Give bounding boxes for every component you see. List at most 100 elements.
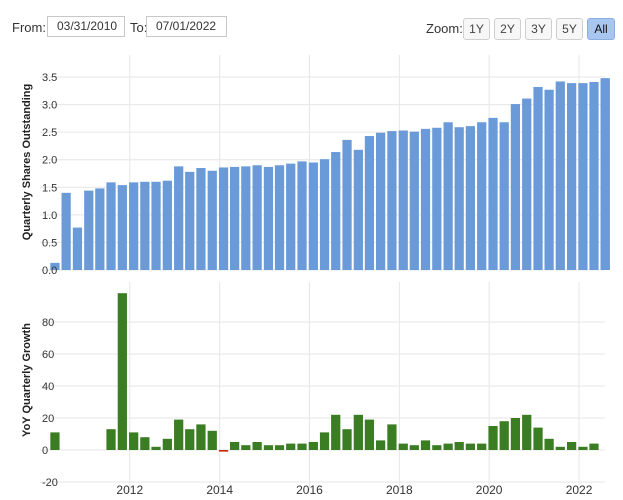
growth-y-tick-label: 40	[42, 381, 54, 393]
shares-bar	[117, 185, 127, 270]
growth-bar	[50, 432, 60, 450]
shares-y-tick-label: 2.5	[42, 127, 57, 139]
shares-bar	[499, 122, 509, 270]
growth-bar	[207, 430, 217, 450]
shares-bar	[409, 131, 419, 270]
x-tick-label: 2016	[296, 483, 323, 497]
shares-bar	[533, 86, 543, 270]
growth-bar	[555, 446, 565, 450]
shares-bar	[420, 128, 431, 270]
shares-bar	[61, 192, 71, 270]
shares-chart-area: 0.0 0.5 1.0 1.5 2.0 2.5 3.0 3.5 Quarterly Shares…	[21, 55, 610, 497]
growth-bar	[522, 414, 532, 450]
growth-bar	[331, 414, 341, 450]
growth-bar	[443, 443, 453, 450]
shares-bar	[342, 139, 352, 270]
growth-bar	[533, 427, 543, 450]
shares-y-axis-title: Quarterly Shares Outstanding	[21, 84, 33, 240]
growth-bar	[297, 443, 307, 450]
shares-bar	[600, 79, 610, 270]
shares-bar	[218, 167, 229, 270]
growth-bar	[488, 426, 498, 450]
growth-bar	[409, 445, 419, 450]
shares-bar	[308, 162, 318, 270]
growth-bar	[230, 442, 240, 450]
shares-bar	[174, 166, 184, 270]
shares-y-tick-label: 1.0	[42, 210, 57, 222]
growth-bar	[218, 450, 229, 452]
growth-bar	[589, 443, 599, 450]
shares-bar	[140, 181, 150, 270]
growth-y-tick-label: -20	[42, 477, 58, 489]
growth-bar	[286, 443, 296, 450]
growth-bar	[432, 445, 442, 450]
growth-bar	[510, 418, 521, 450]
shares-y-tick-label: 0.5	[42, 237, 57, 249]
growth-bar	[566, 442, 577, 450]
x-tick-label: 2022	[566, 483, 593, 497]
shares-bar	[544, 89, 554, 270]
shares-bar	[375, 132, 386, 270]
growth-bar	[544, 438, 554, 450]
x-tick-label: 2014	[206, 483, 233, 497]
shares-bar	[353, 149, 363, 270]
growth-bar	[465, 443, 476, 450]
shares-bar	[95, 188, 105, 270]
growth-y-tick-label: 60	[42, 349, 54, 361]
x-tick-label: 2018	[386, 483, 413, 497]
shares-bar	[151, 181, 161, 270]
growth-bar	[308, 442, 318, 450]
growth-bar	[129, 432, 139, 450]
growth-bar	[140, 437, 150, 450]
growth-bar	[499, 421, 509, 450]
shares-bar	[555, 81, 565, 270]
shares-bar	[566, 83, 577, 270]
shares-bar	[387, 131, 397, 270]
shares-bar	[432, 127, 442, 271]
growth-bar	[477, 443, 487, 450]
shares-y-tick-label: 0.0	[42, 265, 57, 277]
growth-bar	[364, 419, 375, 450]
growth-bar	[106, 429, 116, 450]
shares-bar	[443, 122, 453, 270]
shares-y-tick-label: 3.5	[42, 72, 57, 84]
growth-bar	[263, 445, 274, 450]
growth-y-tick-label: 20	[42, 413, 54, 425]
growth-bar	[375, 440, 386, 450]
shares-bar	[589, 82, 599, 270]
growth-bar	[420, 440, 431, 450]
shares-y-tick-label: 1.5	[42, 182, 57, 194]
growth-bar	[353, 414, 363, 450]
growth-bar	[162, 438, 172, 450]
shares-bar	[162, 180, 172, 270]
shares-bar	[510, 104, 521, 270]
shares-bar	[84, 190, 94, 270]
growth-bar	[174, 419, 184, 450]
shares-bar	[185, 171, 195, 270]
growth-y-tick-label: 80	[42, 317, 54, 329]
growth-bar	[398, 443, 408, 450]
shares-bar	[398, 130, 408, 270]
growth-bar	[578, 446, 588, 450]
growth-y-tick-label: 0	[42, 445, 48, 457]
shares-bar	[465, 126, 476, 270]
shares-bar	[230, 166, 240, 270]
x-tick-label: 2020	[476, 483, 503, 497]
shares-bar	[241, 166, 251, 270]
shares-bar	[578, 83, 588, 270]
shares-bar	[331, 152, 341, 270]
growth-bar	[342, 429, 352, 450]
growth-bar	[196, 424, 206, 450]
shares-bar	[274, 165, 285, 270]
growth-bar	[185, 429, 195, 450]
growth-bar	[241, 445, 251, 450]
growth-bar	[454, 442, 464, 450]
shares-bar	[319, 159, 330, 270]
shares-bar	[263, 166, 274, 270]
growth-bar	[252, 442, 262, 450]
growth-bar	[151, 446, 161, 450]
shares-bar	[207, 170, 217, 270]
shares-bar	[129, 182, 139, 270]
shares-bar	[106, 182, 116, 270]
shares-y-tick-label: 2.0	[42, 155, 57, 167]
